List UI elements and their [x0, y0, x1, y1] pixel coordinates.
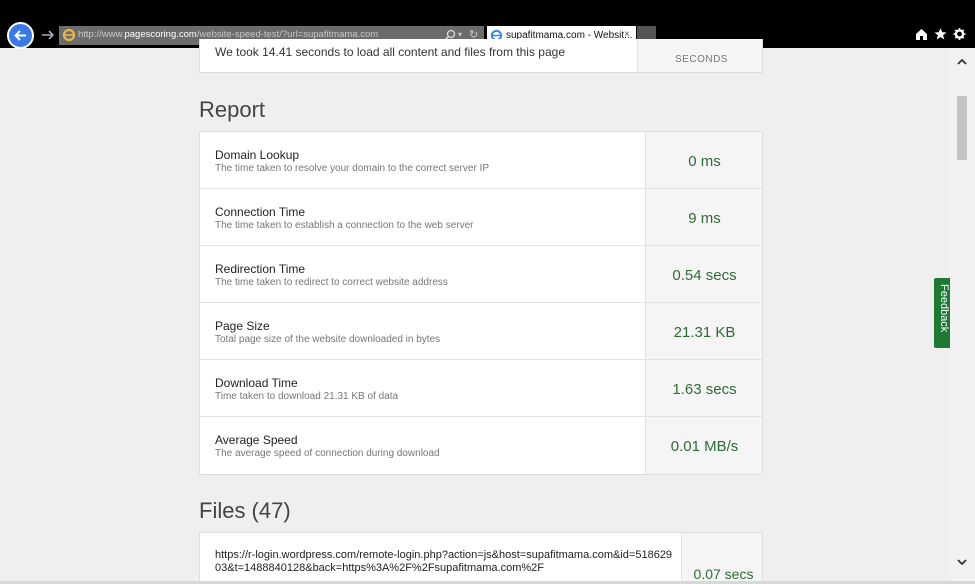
gear-icon[interactable]: [953, 27, 966, 41]
row-value: 21.31 KB: [673, 324, 736, 341]
report-row-page-size: Page Size Total page size of the website…: [200, 303, 762, 360]
address-dropdown-icon[interactable]: ▾: [458, 30, 462, 39]
row-value: 0 ms: [688, 153, 721, 170]
report-row-average-speed: Average Speed The average speed of conne…: [200, 417, 762, 474]
home-icon[interactable]: [915, 27, 928, 41]
row-label: Page Size: [215, 319, 270, 333]
row-value: 0.01 MB/s: [670, 438, 739, 455]
files-list-item: https://r-login.wordpress.com/remote-log…: [199, 532, 763, 584]
row-desc: The time taken to resolve your domain to…: [215, 163, 490, 174]
summary-unit: SECONDS: [675, 54, 728, 65]
report-row-domain-lookup: Domain Lookup The time taken to resolve …: [200, 132, 762, 189]
report-row-connection-time: Connection Time The time taken to establ…: [200, 189, 762, 246]
row-value-cell: 0.01 MB/s: [645, 417, 762, 474]
file-value-cell: 0.07 secs: [681, 533, 762, 584]
row-label: Redirection Time: [215, 262, 306, 276]
row-desc: Total page size of the website downloade…: [215, 334, 441, 345]
feedback-label: Feedback: [938, 284, 950, 333]
vertical-scrollbar[interactable]: [950, 48, 975, 581]
row-value-cell: 0 ms: [645, 132, 762, 188]
row-desc: The time taken to establish a connection…: [215, 220, 474, 231]
summary-value-cell: SECONDS: [637, 39, 762, 72]
ie-icon: [62, 28, 76, 42]
star-icon[interactable]: [934, 27, 947, 41]
row-value-cell: 0.54 secs: [645, 246, 762, 302]
row-value: 9 ms: [688, 210, 721, 227]
chevron-up-icon[interactable]: [956, 57, 968, 67]
scrollbar-thumb[interactable]: [957, 96, 967, 160]
summary-card: We took 14.41 seconds to load all conten…: [199, 39, 763, 73]
row-value-cell: 21.31 KB: [645, 303, 762, 359]
row-label: Domain Lookup: [215, 148, 300, 162]
back-arrow-icon: [14, 30, 26, 41]
row-label: Download Time: [215, 376, 298, 390]
chevron-down-icon[interactable]: [956, 557, 968, 567]
report-row-download-time: Download Time Time taken to download 21.…: [200, 360, 762, 417]
row-label: Average Speed: [215, 433, 298, 447]
row-value: 1.63 secs: [672, 381, 737, 398]
report-title: Report: [199, 97, 266, 122]
row-value-cell: 9 ms: [645, 189, 762, 245]
browser-toolbar-right: [915, 27, 966, 41]
row-label: Connection Time: [215, 205, 306, 219]
back-button[interactable]: [7, 22, 34, 49]
report-table: Domain Lookup The time taken to resolve …: [199, 131, 763, 475]
row-value: 0.54 secs: [672, 267, 737, 284]
report-row-redirection-time: Redirection Time The time taken to redir…: [200, 246, 762, 303]
file-url[interactable]: https://r-login.wordpress.com/remote-log…: [215, 549, 675, 575]
row-value-cell: 1.63 secs: [645, 360, 762, 416]
forward-arrow-icon[interactable]: [40, 27, 56, 43]
row-desc: The average speed of connection during d…: [215, 448, 440, 459]
row-desc: The time taken to redirect to correct we…: [215, 277, 448, 288]
summary-message: We took 14.41 seconds to load all conten…: [215, 45, 565, 59]
files-title: Files (47): [199, 498, 291, 523]
file-load-time: 0.07 secs: [693, 566, 754, 582]
row-desc: Time taken to download 21.31 KB of data: [215, 391, 399, 402]
